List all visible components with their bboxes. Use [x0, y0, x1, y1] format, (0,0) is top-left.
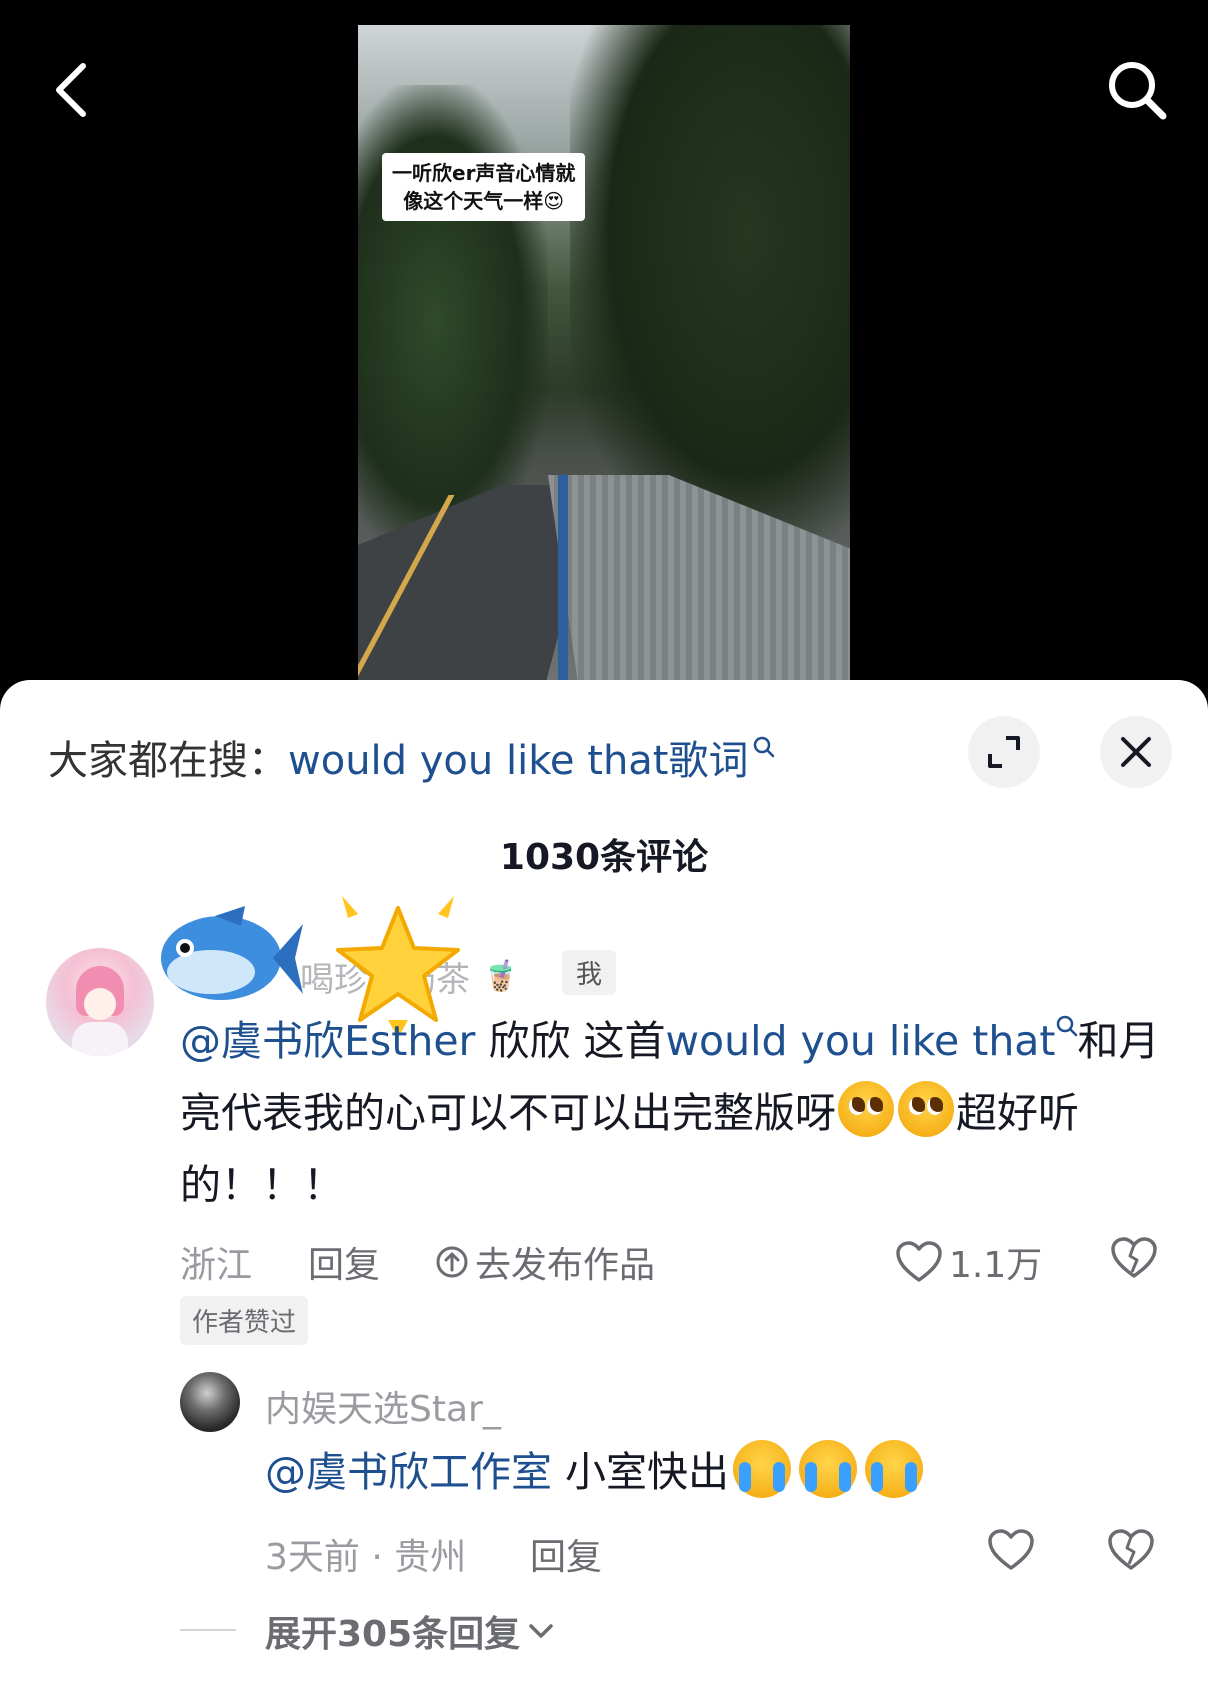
comment-meta: 浙江 回复 去发布作品 1.1万: [180, 1236, 1170, 1288]
reply-reply-button[interactable]: 回复: [530, 1528, 602, 1580]
reply-meta: 3天前 · 贵州 回复: [265, 1528, 1170, 1578]
video-caption: 一听欣er声音心情就 像这个天气一样😍: [382, 153, 586, 221]
author-liked-badge: 作者赞过: [180, 1296, 309, 1345]
crying-face-icon: [799, 1440, 858, 1498]
expand-icon: [988, 736, 1020, 768]
chevron-down-icon: [529, 1624, 553, 1638]
reply-dislike-button[interactable]: [1107, 1528, 1155, 1581]
reply-button[interactable]: 回复: [308, 1236, 380, 1288]
comment-sheet: 大家都在搜： would you like that歌词 1030条评论 喝珍珠…: [0, 680, 1208, 1688]
heart-icon: [896, 1241, 942, 1282]
expand-replies-button[interactable]: 展开305条回复: [265, 1605, 554, 1657]
broken-heart-icon: [1111, 1237, 1157, 1278]
back-button[interactable]: [36, 55, 106, 125]
comment-location: 浙江: [180, 1245, 253, 1286]
expand-replies-label: 展开305条回复: [265, 1614, 521, 1655]
upload-circle-icon: [436, 1246, 468, 1278]
comment-text-part1: 欣欣 这首: [475, 1017, 666, 1065]
pleading-face-icon: [838, 1081, 894, 1137]
like-count: 1.1万: [949, 1245, 1043, 1286]
expand-button[interactable]: [968, 716, 1040, 788]
search-suggestion-label: 大家都在搜：: [48, 738, 288, 784]
comment-count: 1030条评论: [499, 837, 709, 878]
video-trees-right: [570, 25, 850, 545]
video-area[interactable]: 一听欣er声音心情就 像这个天气一样😍: [0, 0, 1208, 700]
reply-body[interactable]: @虞书欣工作室 小室快出: [265, 1440, 927, 1502]
close-icon: [1121, 737, 1151, 767]
small-search-icon: [753, 736, 774, 758]
reply-like-button[interactable]: [987, 1528, 1035, 1581]
chevron-left-icon: [56, 63, 86, 117]
dislike-button[interactable]: [1110, 1236, 1158, 1289]
reply-username[interactable]: 内娱天选Star_: [265, 1380, 501, 1432]
reply-text: 小室快出: [552, 1448, 730, 1496]
search-suggestion[interactable]: 大家都在搜： would you like that歌词: [48, 728, 775, 786]
me-badge: 我: [562, 950, 617, 995]
crying-face-icon: [865, 1440, 924, 1498]
reply-avatar[interactable]: [180, 1372, 240, 1432]
reply-mention-link[interactable]: @虞书欣工作室: [265, 1448, 552, 1496]
video-rail-post: [558, 475, 568, 685]
comment-body[interactable]: @虞书欣Esther 欣欣 这首would you like that 和月亮代表…: [180, 1005, 1160, 1221]
fish-icon: [161, 906, 303, 1000]
search-suggestion-query[interactable]: would you like that歌词: [288, 728, 749, 786]
search-button[interactable]: [1102, 55, 1172, 125]
search-icon: [1109, 62, 1167, 120]
small-search-icon: [1056, 1015, 1077, 1037]
bubble-tea-icon: 🧋: [482, 959, 520, 994]
song-link[interactable]: would you like that: [666, 1017, 1056, 1065]
publish-work-button[interactable]: 去发布作品: [435, 1236, 655, 1288]
caption-line-2: 像这个天气一样😍: [403, 189, 565, 213]
pleading-face-icon: [898, 1081, 954, 1137]
close-button[interactable]: [1100, 716, 1172, 788]
avatar-face: [84, 988, 116, 1020]
heart-icon: [988, 1529, 1034, 1570]
avatar-body: [72, 1022, 128, 1056]
caption-line-1: 一听欣er声音心情就: [392, 161, 576, 185]
crying-face-icon: [733, 1440, 792, 1498]
like-button[interactable]: 1.1万: [895, 1236, 1042, 1288]
mention-link[interactable]: @虞书欣Esther: [180, 1017, 475, 1065]
publish-work-label: 去发布作品: [475, 1245, 656, 1286]
video-frame[interactable]: 一听欣er声音心情就 像这个天气一样😍: [358, 25, 850, 685]
avatar[interactable]: [46, 948, 154, 1056]
broken-heart-icon: [1108, 1529, 1154, 1570]
reply-time-location: 3天前 · 贵州: [265, 1537, 467, 1578]
expand-divider: [180, 1629, 236, 1631]
